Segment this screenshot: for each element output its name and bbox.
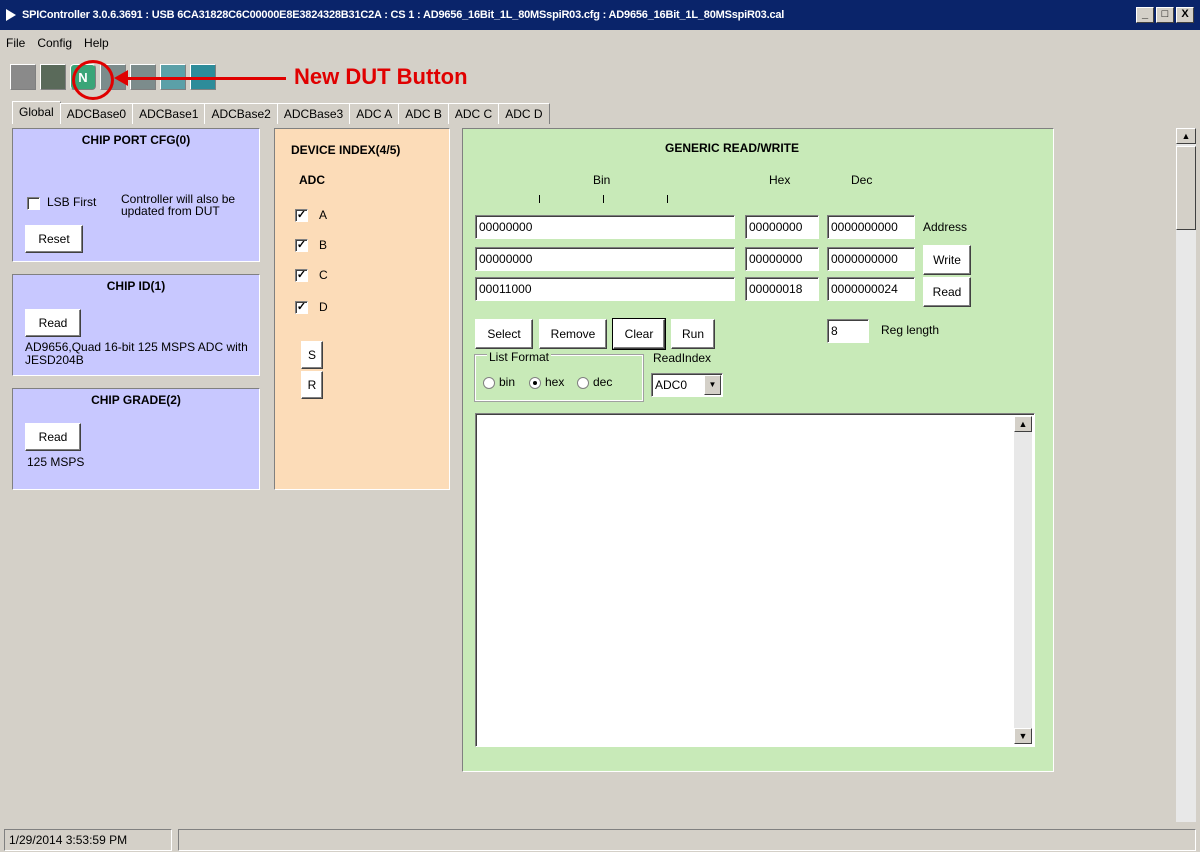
read-dec-field[interactable]: 0000000024 [827,277,915,301]
write-bin-field[interactable]: 00000000 [475,247,735,271]
read-bin-field[interactable]: 00011000 [475,277,735,301]
read-index-label: ReadIndex [653,351,712,365]
clear-button[interactable]: Clear [612,318,666,350]
scroll-up-icon[interactable]: ▲ [1014,416,1032,432]
status-datetime: 1/29/2014 3:53:59 PM [4,829,172,851]
address-bin-field[interactable]: 00000000 [475,215,735,239]
write-hex-field[interactable]: 00000000 [745,247,819,271]
chip-id-value: AD9656,Quad 16-bit 125 MSPS ADC with JES… [25,340,248,367]
tab-global[interactable]: Global [12,101,61,124]
tab-strip: Global ADCBase0 ADCBase1 ADCBase2 ADCBas… [12,101,550,124]
adc-d-checkbox[interactable]: ✓ [295,301,308,314]
status-bar: 1/29/2014 3:53:59 PM [0,826,1200,852]
r-button[interactable]: R [301,371,323,399]
window-title: SPIController 3.0.6.3691 : USB 6CA31828C… [22,9,785,21]
app-icon [6,9,16,21]
format-hex-radio[interactable] [529,377,541,389]
col-dec-header: Dec [851,173,873,187]
close-button[interactable]: X [1176,7,1194,23]
write-button[interactable]: Write [923,245,971,275]
adc-a-label: A [319,208,328,222]
chip-grade-read-button[interactable]: Read [25,423,81,451]
maximize-button[interactable]: □ [1156,7,1174,23]
list-format-label: List Format [487,350,552,364]
tab-adc-d[interactable]: ADC D [498,103,550,124]
tab-adc-a[interactable]: ADC A [349,103,400,124]
chip-grade-title: CHIP GRADE(2) [91,393,181,407]
adc-c-checkbox[interactable]: ✓ [295,269,308,282]
chip-port-cfg-panel: CHIP PORT CFG(0) LSB First Controller wi… [12,128,260,262]
chip-id-panel: CHIP ID(1) Read AD9656,Quad 16-bit 125 M… [12,274,260,376]
chip-port-cfg-title: CHIP PORT CFG(0) [81,133,191,147]
lsb-first-checkbox[interactable] [27,197,40,210]
title-bar: SPIController 3.0.6.3691 : USB 6CA31828C… [0,0,1200,30]
bin-tick [603,195,604,203]
bin-tick [539,195,540,203]
s-button[interactable]: S [301,341,323,369]
read-button[interactable]: Read [923,277,971,307]
chip-port-note: Controller will also be updated from DUT [121,192,236,218]
scroll-down-icon[interactable]: ▼ [1014,728,1032,744]
address-dec-field[interactable]: 0000000000 [827,215,915,239]
status-message [178,829,1196,851]
adc-d-label: D [319,300,328,314]
minimize-button[interactable]: _ [1136,7,1154,23]
format-bin-label: bin [499,375,516,389]
generic-rw-panel: GENERIC READ/WRITE Bin Hex Dec 00000000 … [462,128,1054,772]
bin-tick [667,195,668,203]
lsb-first-label: LSB First [47,195,97,209]
address-hex-field[interactable]: 00000000 [745,215,819,239]
device-index-title: DEVICE INDEX(4/5) [291,143,401,157]
chevron-down-icon[interactable]: ▼ [704,375,721,395]
annotation-arrow-line [126,77,286,80]
scrollbar-thumb[interactable] [1176,146,1196,230]
read-hex-field[interactable]: 00000018 [745,277,819,301]
tab-adc-c[interactable]: ADC C [447,103,500,124]
chip-icon[interactable] [40,64,66,90]
tab-adc-b[interactable]: ADC B [398,103,449,124]
annotation-label: New DUT Button [294,64,468,89]
chip-id-title: CHIP ID(1) [106,279,166,293]
tab-adcbase1[interactable]: ADCBase1 [132,103,206,124]
menu-file[interactable]: File [6,36,25,50]
read-index-select[interactable]: ADC0 ▼ [651,373,723,397]
tab-adcbase2[interactable]: ADCBase2 [204,103,278,124]
tab-adcbase0[interactable]: ADCBase0 [59,103,134,124]
reg-length-label: Reg length [881,323,940,337]
adc-b-label: B [319,238,328,252]
scroll-up-icon[interactable]: ▲ [1176,128,1196,144]
device-index-panel: DEVICE INDEX(4/5) ADC ✓ A ✓ B ✓ C ✓ D S … [274,128,450,490]
reset-button[interactable]: Reset [25,225,83,253]
format-dec-label: dec [593,375,613,389]
format-dec-radio[interactable] [577,377,589,389]
address-label: Address [923,220,968,234]
menu-config[interactable]: Config [37,36,72,50]
reg-length-field[interactable]: 8 [827,319,869,343]
adc-c-label: C [319,268,328,282]
stop-icon[interactable] [10,64,36,90]
format-hex-label: hex [545,375,565,389]
remove-button[interactable]: Remove [539,319,607,349]
menu-help[interactable]: Help [84,36,109,50]
result-list-scrollbar[interactable]: ▲ ▼ [1014,416,1032,744]
run-button[interactable]: Run [671,319,715,349]
generic-rw-title: GENERIC READ/WRITE [665,141,800,155]
main-scrollbar[interactable]: ▲ [1176,128,1196,822]
tab-adcbase3[interactable]: ADCBase3 [276,103,351,124]
chip-grade-panel: CHIP GRADE(2) Read 125 MSPS [12,388,260,490]
result-list[interactable]: ▲ ▼ [475,413,1035,747]
chip-grade-value: 125 MSPS [27,455,85,469]
adc-b-checkbox[interactable]: ✓ [295,239,308,252]
col-hex-header: Hex [769,173,791,187]
select-button[interactable]: Select [475,319,533,349]
adc-a-checkbox[interactable]: ✓ [295,209,308,222]
chip-id-read-button[interactable]: Read [25,309,81,337]
adc-label: ADC [299,173,325,187]
write-dec-field[interactable]: 0000000000 [827,247,915,271]
annotation-circle [72,60,114,100]
format-bin-radio[interactable] [483,377,495,389]
col-bin-header: Bin [593,173,611,187]
menu-bar: File Config Help [0,32,1200,54]
read-index-value: ADC0 [655,378,688,392]
